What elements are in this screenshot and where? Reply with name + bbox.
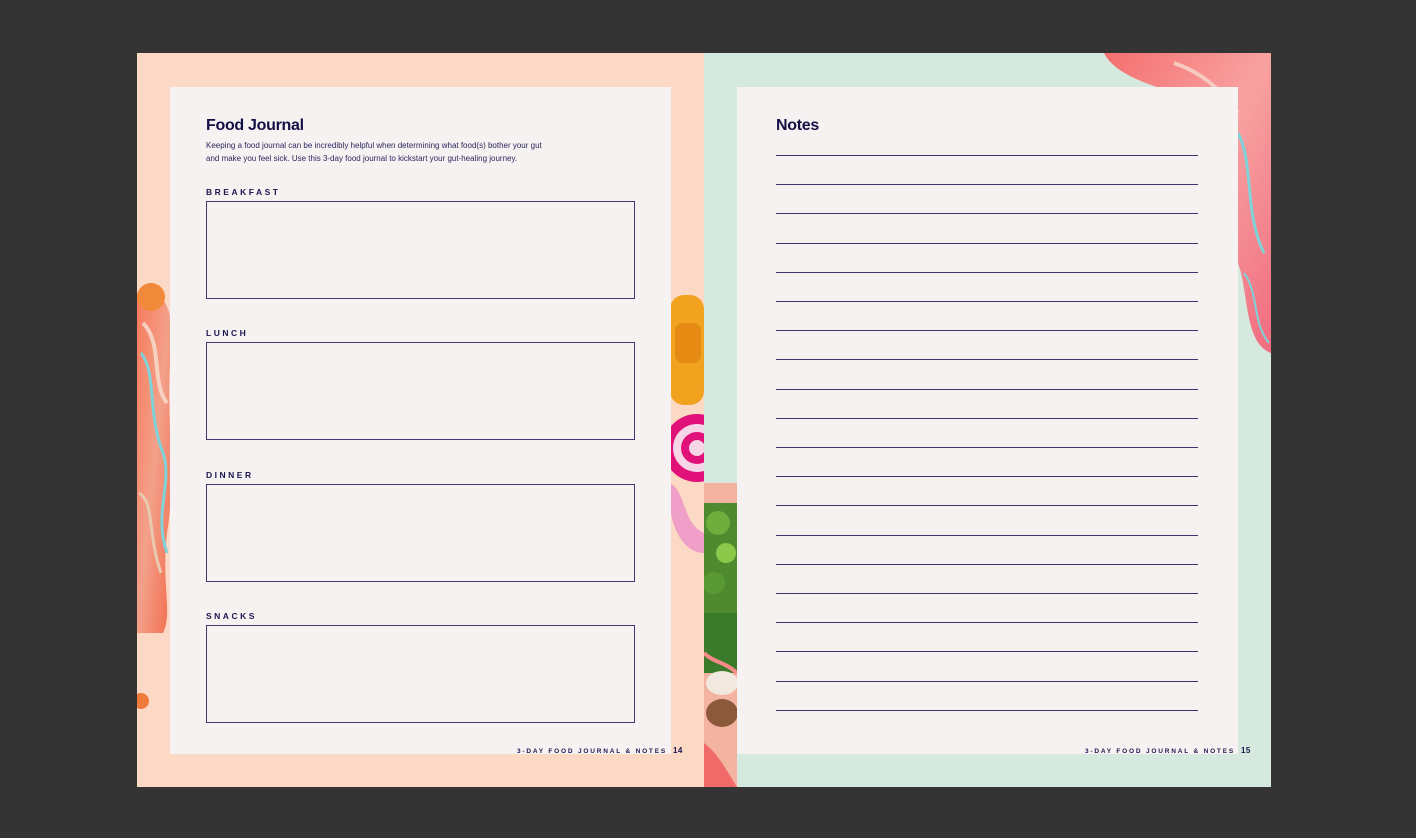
intro-line-2: and make you feel sick. Use this 3-day f… bbox=[206, 154, 518, 163]
book-spread: Food Journal Keeping a food journal can … bbox=[137, 53, 1271, 787]
note-line[interactable] bbox=[776, 388, 1198, 390]
note-line[interactable] bbox=[776, 213, 1198, 215]
note-line[interactable] bbox=[776, 593, 1198, 594]
note-line[interactable] bbox=[776, 242, 1198, 244]
dinner-label: DINNER bbox=[206, 470, 254, 480]
right-page: Notes 3-DAY FOOD JOURNAL & NOTES 15 bbox=[704, 53, 1271, 787]
footer-text: 3-DAY FOOD JOURNAL & NOTES bbox=[517, 748, 667, 755]
page-number: 14 bbox=[672, 746, 683, 755]
snacks-entry-box[interactable] bbox=[206, 625, 635, 723]
note-line[interactable] bbox=[776, 184, 1198, 186]
note-line[interactable] bbox=[776, 534, 1198, 536]
lunch-label: LUNCH bbox=[206, 328, 249, 338]
note-line[interactable] bbox=[776, 476, 1198, 478]
breakfast-label: BREAKFAST bbox=[206, 187, 281, 197]
notes-sheet: Notes bbox=[737, 87, 1238, 754]
note-line[interactable] bbox=[776, 155, 1198, 156]
breakfast-entry-box[interactable] bbox=[206, 201, 635, 299]
note-line[interactable] bbox=[776, 447, 1198, 448]
note-line[interactable] bbox=[776, 301, 1198, 302]
intro-text: Keeping a food journal can be incredibly… bbox=[206, 139, 606, 165]
footer-text-right: 3-DAY FOOD JOURNAL & NOTES bbox=[1085, 748, 1235, 755]
note-line[interactable] bbox=[776, 359, 1198, 361]
note-line[interactable] bbox=[776, 709, 1198, 711]
journal-sheet: Food Journal Keeping a food journal can … bbox=[170, 87, 671, 754]
note-line[interactable] bbox=[776, 651, 1198, 653]
snacks-label: SNACKS bbox=[206, 611, 257, 621]
lunch-entry-box[interactable] bbox=[206, 342, 635, 440]
left-page: Food Journal Keeping a food journal can … bbox=[137, 53, 704, 787]
note-line[interactable] bbox=[776, 563, 1198, 565]
dinner-entry-box[interactable] bbox=[206, 484, 635, 582]
note-line[interactable] bbox=[776, 622, 1198, 624]
notes-title: Notes bbox=[776, 117, 819, 134]
page-number-right: 15 bbox=[1240, 746, 1251, 755]
page-footer-right: 3-DAY FOOD JOURNAL & NOTES 15 bbox=[1085, 746, 1251, 755]
note-line[interactable] bbox=[776, 680, 1198, 682]
page-footer: 3-DAY FOOD JOURNAL & NOTES 14 bbox=[517, 746, 683, 755]
note-line[interactable] bbox=[776, 505, 1198, 507]
page-title: Food Journal bbox=[206, 117, 304, 134]
note-line[interactable] bbox=[776, 271, 1198, 273]
note-line[interactable] bbox=[776, 417, 1198, 419]
intro-line-1: Keeping a food journal can be incredibly… bbox=[206, 141, 542, 150]
note-line[interactable] bbox=[776, 330, 1198, 332]
